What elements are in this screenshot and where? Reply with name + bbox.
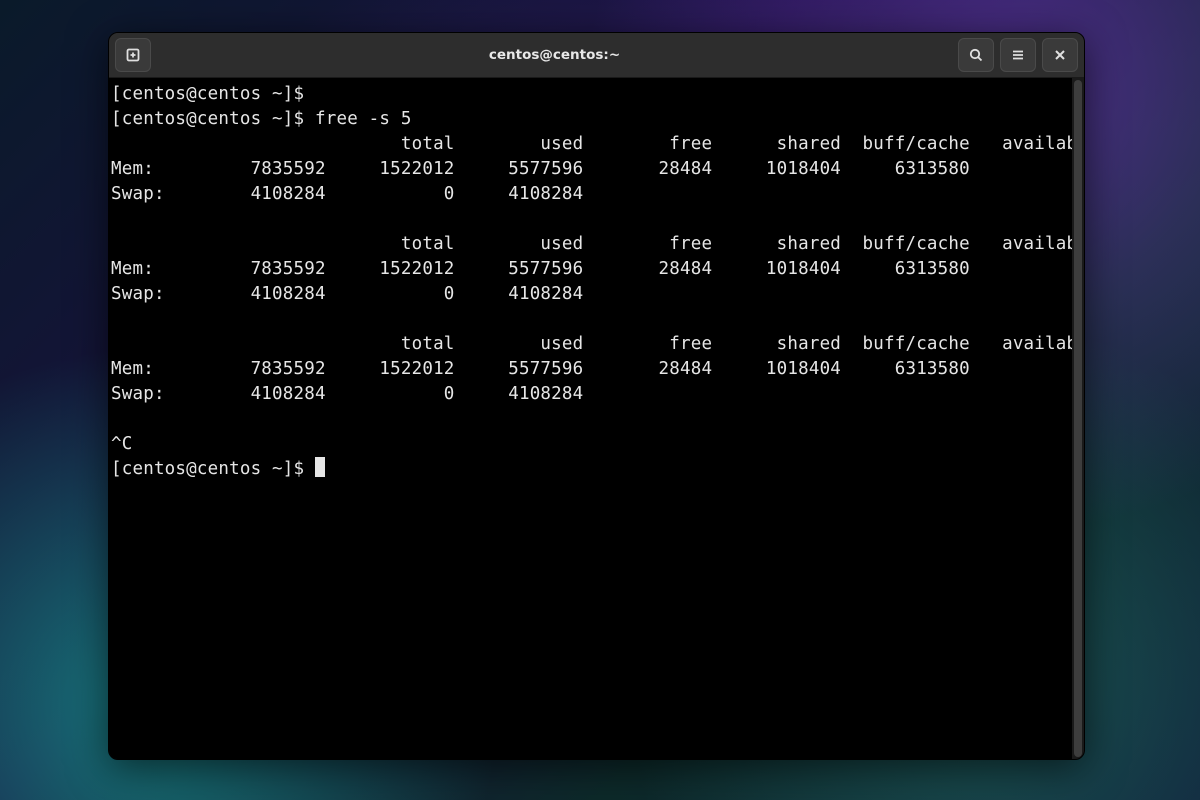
menu-button[interactable] (1000, 38, 1036, 72)
search-button[interactable] (958, 38, 994, 72)
terminal-cursor (315, 457, 325, 477)
terminal-body[interactable]: [centos@centos ~]$ [centos@centos ~]$ fr… (109, 78, 1084, 759)
terminal-window: centos@centos:~ (108, 32, 1085, 760)
close-button[interactable] (1042, 38, 1078, 72)
window-titlebar[interactable]: centos@centos:~ (109, 33, 1084, 78)
scrollbar-thumb[interactable] (1074, 80, 1082, 757)
new-tab-icon (125, 47, 141, 63)
terminal-scrollbar[interactable] (1072, 78, 1084, 759)
new-tab-button[interactable] (115, 38, 151, 72)
window-title: centos@centos:~ (157, 47, 952, 63)
desktop-wallpaper: centos@centos:~ (0, 0, 1200, 800)
close-icon (1052, 47, 1068, 63)
terminal-output[interactable]: [centos@centos ~]$ [centos@centos ~]$ fr… (109, 78, 1072, 759)
search-icon (968, 47, 984, 63)
hamburger-icon (1010, 47, 1026, 63)
